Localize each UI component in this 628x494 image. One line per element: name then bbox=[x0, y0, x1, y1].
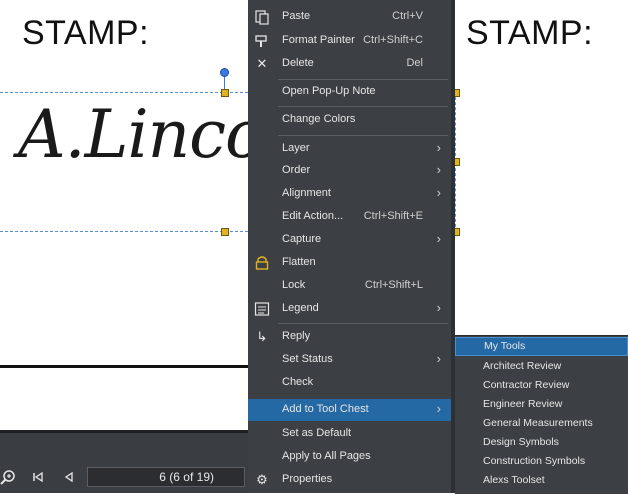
selection-border-top bbox=[0, 92, 248, 93]
previous-page-icon[interactable] bbox=[62, 470, 76, 484]
selection-border-bottom bbox=[0, 231, 248, 232]
submenu-arrow-icon: › bbox=[436, 185, 441, 200]
tool-chest-submenu: My Tools Architect Review Contractor Rev… bbox=[455, 335, 628, 494]
menu-item-format-painter[interactable]: Format Painter Ctrl+Shift+C bbox=[248, 30, 451, 52]
rotation-handle[interactable] bbox=[220, 68, 229, 77]
menu-item-apply-to-all-pages[interactable]: Apply to All Pages bbox=[248, 446, 451, 468]
paste-icon bbox=[254, 9, 270, 25]
stamp-title: STAMP: bbox=[466, 14, 594, 52]
menu-item-flatten[interactable]: Flatten bbox=[248, 252, 451, 274]
page-number-field[interactable]: 6 (6 of 19) bbox=[87, 467, 245, 487]
document-page-right: STAMP: bbox=[455, 0, 628, 335]
menu-item-properties[interactable]: ⚙ Properties bbox=[248, 469, 451, 491]
submenu-item-alexs-toolset[interactable]: Alexs Toolset bbox=[455, 471, 628, 490]
menu-item-layer[interactable]: Layer › bbox=[248, 138, 451, 160]
menu-item-set-as-default[interactable]: Set as Default bbox=[248, 423, 451, 445]
submenu-item-engineer-review[interactable]: Engineer Review bbox=[455, 395, 628, 414]
menu-item-change-colors[interactable]: Change Colors bbox=[248, 109, 451, 131]
legend-icon bbox=[254, 301, 270, 317]
submenu-item-general-measurements[interactable]: General Measurements bbox=[455, 414, 628, 433]
submenu-item-contractor-review[interactable]: Contractor Review bbox=[455, 376, 628, 395]
submenu-arrow-icon: › bbox=[436, 351, 441, 366]
page-gap bbox=[0, 368, 248, 430]
menu-separator bbox=[278, 79, 448, 80]
menu-item-check[interactable]: Check bbox=[248, 372, 451, 394]
submenu-item-my-tools[interactable]: My Tools bbox=[455, 337, 628, 356]
zoom-icon[interactable] bbox=[0, 468, 16, 486]
submenu-arrow-icon: › bbox=[436, 231, 441, 246]
menu-item-add-to-tool-chest[interactable]: Add to Tool Chest › bbox=[248, 399, 451, 421]
submenu-arrow-icon: › bbox=[436, 300, 441, 315]
submenu-arrow-icon: › bbox=[436, 162, 441, 177]
menu-item-delete[interactable]: ✕ Delete Del bbox=[248, 53, 451, 75]
menu-item-order[interactable]: Order › bbox=[248, 160, 451, 182]
menu-separator bbox=[278, 135, 448, 136]
resize-handle-top-left[interactable] bbox=[455, 89, 460, 97]
signature-stamp-image[interactable]: A.Linco bbox=[18, 96, 248, 173]
menu-separator bbox=[278, 323, 448, 324]
menu-item-legend[interactable]: Legend › bbox=[248, 298, 451, 320]
menu-item-open-popup-note[interactable]: Open Pop-Up Note bbox=[248, 81, 451, 103]
document-page-left: STAMP: A.Linco bbox=[0, 0, 248, 365]
submenu-arrow-icon: › bbox=[436, 401, 441, 416]
gear-icon: ⚙ bbox=[256, 472, 268, 487]
menu-separator bbox=[278, 106, 448, 107]
menu-item-capture[interactable]: Capture › bbox=[248, 229, 451, 251]
menu-item-paste[interactable]: Paste Ctrl+V bbox=[248, 6, 451, 28]
menu-item-edit-action[interactable]: Edit Action... Ctrl+Shift+E bbox=[248, 206, 451, 228]
menu-item-lock[interactable]: Lock Ctrl+Shift+L bbox=[248, 275, 451, 297]
menu-item-reply[interactable]: ↳ Reply bbox=[248, 326, 451, 348]
submenu-item-construction-symbols[interactable]: Construction Symbols bbox=[455, 452, 628, 471]
first-page-icon[interactable] bbox=[31, 470, 45, 484]
context-menu: Paste Ctrl+V Format Painter Ctrl+Shift+C… bbox=[248, 0, 455, 493]
submenu-arrow-icon: › bbox=[436, 140, 441, 155]
resize-handle-left[interactable] bbox=[455, 158, 460, 166]
submenu-item-design-symbols[interactable]: Design Symbols bbox=[455, 433, 628, 452]
navigation-bar-divider bbox=[0, 430, 248, 433]
submenu-item-architect-review[interactable]: Architect Review bbox=[455, 357, 628, 376]
stamp-title: STAMP: bbox=[22, 14, 150, 52]
menu-item-alignment[interactable]: Alignment › bbox=[248, 183, 451, 205]
close-icon: ✕ bbox=[256, 56, 268, 71]
brush-icon bbox=[254, 33, 270, 49]
resize-handle-bottom-left[interactable] bbox=[455, 228, 460, 236]
resize-handle-bottom[interactable] bbox=[221, 228, 229, 236]
menu-item-set-status[interactable]: Set Status › bbox=[248, 349, 451, 371]
flatten-icon bbox=[254, 255, 270, 271]
reply-icon: ↳ bbox=[256, 329, 268, 344]
